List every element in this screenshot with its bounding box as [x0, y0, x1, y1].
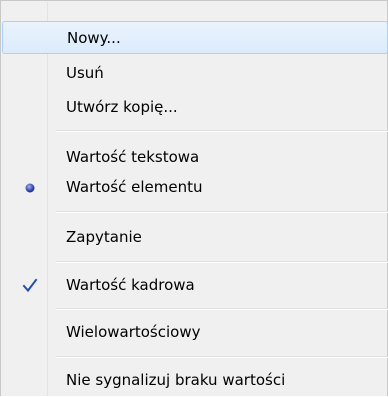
menu-separator: [56, 356, 388, 358]
menu-item-utworz-kopie[interactable]: Utwórz kopię...: [2, 91, 388, 124]
menu-separator: [56, 308, 388, 310]
menu-item-wartosc-tekstowa[interactable]: Wartość tekstowa: [2, 141, 388, 174]
menu-separator: [56, 130, 388, 132]
menu-item-label: Nowy...: [67, 29, 121, 47]
menu-item-wielowartosciowy[interactable]: Wielowartościowy: [2, 316, 388, 349]
menu-item-label: Wielowartościowy: [66, 323, 201, 341]
menu-item-wartosc-kadrowa[interactable]: Wartość kadrowa: [2, 269, 388, 302]
menu-item-label: Wartość elementu: [66, 178, 203, 196]
menu-item-label: Wartość tekstowa: [66, 148, 200, 166]
checkmark-icon: [20, 276, 40, 296]
menu-separator: [56, 261, 388, 263]
menu-item-label: Utwórz kopię...: [66, 98, 178, 116]
menu-item-nie-sygnalizuj[interactable]: Nie sygnalizuj braku wartości: [2, 364, 388, 397]
menu-item-wartosc-elementu[interactable]: Wartość elementu: [2, 171, 388, 204]
menu-item-nowy[interactable]: Nowy...: [2, 21, 388, 54]
menu-item-usun[interactable]: Usuń: [2, 57, 388, 90]
menu-item-label: Wartość kadrowa: [66, 276, 195, 294]
menu-item-label: Usuń: [66, 64, 104, 82]
radio-bullet-icon: [20, 178, 40, 198]
menu-item-label: Zapytanie: [66, 228, 142, 246]
context-menu: Nowy... Usuń Utwórz kopię... Wartość tek…: [0, 0, 388, 396]
menu-item-zapytanie[interactable]: Zapytanie: [2, 221, 388, 254]
menu-item-label: Nie sygnalizuj braku wartości: [66, 371, 286, 389]
menu-separator: [56, 211, 388, 213]
